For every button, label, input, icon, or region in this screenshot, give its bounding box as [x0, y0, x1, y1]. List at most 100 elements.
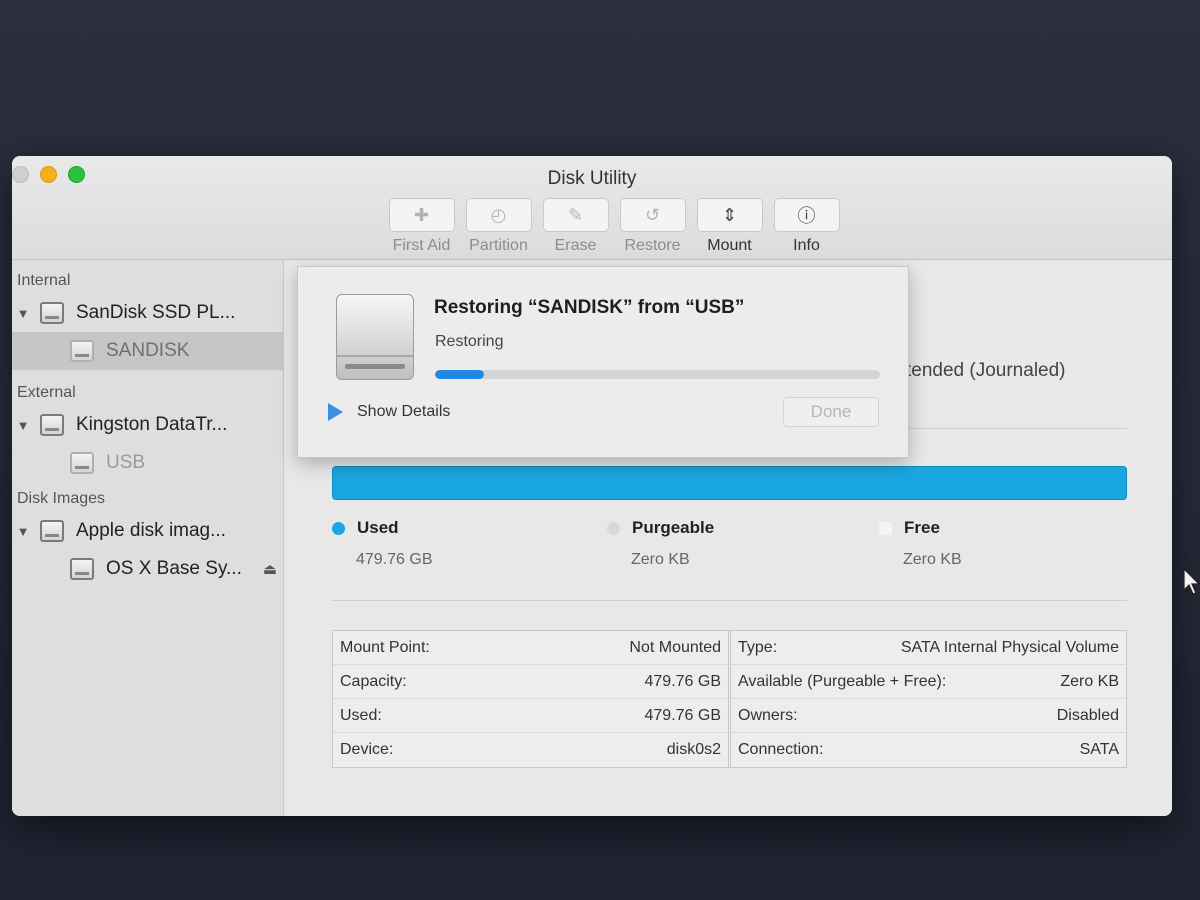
show-details-toggle[interactable]: Show Details: [328, 403, 450, 421]
progress-fill: [435, 370, 484, 379]
mount-icon: ⇕: [696, 198, 763, 232]
pie-icon: ◴: [465, 198, 532, 232]
legend-used: Used 479.76 GB: [332, 518, 433, 569]
first-aid-button[interactable]: ✚ First Aid: [383, 198, 460, 255]
disclosure-triangle-icon[interactable]: ▼: [12, 418, 34, 433]
sidebar-item-apple-disk-image[interactable]: ▼ Apple disk imag...: [12, 512, 283, 550]
free-swatch: [879, 521, 892, 535]
legend-purgeable-value: Zero KB: [631, 551, 690, 568]
hard-disk-icon: [40, 302, 64, 324]
info-row: Device: disk0s2: [333, 733, 728, 767]
sidebar-item-sandisk-volume[interactable]: SANDISK: [12, 332, 283, 370]
restore-label: Restore: [624, 237, 681, 254]
mount-label: Mount: [707, 237, 752, 254]
volume-icon: [70, 340, 94, 362]
sidebar-item-osx-base-system[interactable]: OS X Base Sy... ⏏: [12, 550, 283, 588]
section-internal: Internal: [17, 272, 71, 289]
sidebar-item-label: SanDisk SSD PL...: [76, 302, 236, 323]
info-key: Available (Purgeable + Free):: [738, 672, 947, 690]
info-label: Info: [793, 237, 820, 254]
info-row: Used: 479.76 GB: [333, 699, 728, 733]
volume-format: tended (Journaled): [906, 360, 1066, 381]
info-value: Not Mounted: [629, 638, 721, 656]
first-aid-label: First Aid: [392, 237, 451, 254]
info-value: SATA: [1079, 741, 1119, 758]
mount-button[interactable]: ⇕ Mount: [691, 198, 768, 255]
toolbar: ✚ First Aid ◴ Partition ✎ Erase ↺ Restor…: [383, 198, 845, 255]
section-external: External: [17, 384, 76, 401]
info-row: Capacity: 479.76 GB: [333, 665, 728, 699]
sidebar-item-label: Kingston DataTr...: [76, 414, 228, 435]
usage-bar: [332, 466, 1127, 500]
sidebar-item-label: OS X Base Sy...: [106, 558, 242, 579]
disk-utility-window: Disk Utility ✚ First Aid ◴ Partition ✎ E…: [12, 156, 1172, 816]
erase-button[interactable]: ✎ Erase: [537, 198, 614, 255]
erase-icon: ✎: [542, 198, 609, 232]
restore-button[interactable]: ↺ Restore: [614, 198, 691, 255]
info-key: Owners:: [738, 706, 798, 724]
purgeable-swatch: [607, 521, 620, 535]
show-details-label: Show Details: [357, 403, 451, 420]
stethoscope-icon: ✚: [388, 198, 455, 232]
disclosure-triangle-icon: [328, 403, 343, 421]
sidebar-item-usb-volume[interactable]: USB: [12, 444, 283, 482]
info-key: Device:: [340, 741, 394, 758]
legend-free: Free Zero KB: [879, 518, 962, 569]
info-key: Type:: [738, 638, 778, 656]
eject-icon[interactable]: ⏏: [263, 560, 277, 578]
used-swatch: [332, 521, 345, 535]
mouse-cursor-icon: [1183, 568, 1200, 595]
sidebar: Internal ▼ SanDisk SSD PL... SANDISK Ext…: [12, 260, 284, 816]
disclosure-triangle-icon[interactable]: ▼: [12, 524, 34, 539]
sheet-title: Restoring “SANDISK” from “USB”: [434, 297, 745, 318]
info-row: Connection: SATA: [731, 733, 1126, 767]
divider: [332, 600, 1127, 601]
info-button[interactable]: ⓘ Info: [768, 198, 845, 255]
info-key: Used:: [340, 706, 382, 724]
done-button[interactable]: Done: [783, 397, 879, 427]
restore-progress-bar: [435, 370, 880, 379]
legend-used-label: Used: [357, 518, 399, 537]
disk-image-icon: [40, 520, 64, 542]
info-value: Disabled: [1056, 706, 1119, 724]
legend-purgeable-label: Purgeable: [632, 518, 715, 537]
info-value: 479.76 GB: [644, 706, 722, 724]
info-value: 479.76 GB: [644, 672, 722, 690]
info-value: Zero KB: [1060, 672, 1119, 690]
restore-sheet: Restoring “SANDISK” from “USB” Restoring…: [297, 266, 909, 458]
legend-used-value: 479.76 GB: [356, 551, 433, 568]
restore-icon: ↺: [619, 198, 686, 232]
window-title: Disk Utility: [547, 168, 637, 189]
info-row: Mount Point: Not Mounted: [333, 631, 728, 665]
titlebar: Disk Utility ✚ First Aid ◴ Partition ✎ E…: [12, 156, 1172, 260]
info-value: disk0s2: [666, 741, 721, 758]
sidebar-item-label: USB: [106, 452, 146, 473]
section-disk-images: Disk Images: [17, 490, 106, 507]
info-column-right: Type: SATA Internal Physical Volume Avail…: [728, 631, 1126, 767]
sheet-status: Restoring: [435, 333, 504, 350]
legend-free-label: Free: [904, 518, 940, 537]
legend-free-value: Zero KB: [903, 551, 962, 568]
sidebar-item-kingston[interactable]: ▼ Kingston DataTr...: [12, 406, 283, 444]
drive-icon: [336, 294, 414, 380]
volume-icon: [70, 452, 94, 474]
partition-button[interactable]: ◴ Partition: [460, 198, 537, 255]
info-key: Connection:: [738, 741, 824, 758]
partition-label: Partition: [469, 237, 528, 254]
info-column-left: Mount Point: Not Mounted Capacity: 479.76 …: [333, 631, 728, 767]
sidebar-item-label: SANDISK: [106, 340, 190, 361]
external-disk-icon: [40, 414, 64, 436]
info-icon: ⓘ: [773, 198, 840, 232]
sidebar-item-label: Apple disk imag...: [76, 520, 226, 541]
info-key: Capacity:: [340, 672, 407, 690]
sidebar-item-sandisk-ssd[interactable]: ▼ SanDisk SSD PL...: [12, 294, 283, 332]
legend-purgeable: Purgeable Zero KB: [607, 518, 714, 569]
info-table: Mount Point: Not Mounted Capacity: 479.76 …: [332, 630, 1127, 768]
info-value: SATA Internal Physical Volume: [900, 638, 1119, 656]
disclosure-triangle-icon[interactable]: ▼: [12, 306, 34, 321]
info-key: Mount Point:: [340, 638, 430, 656]
info-row: Owners: Disabled: [731, 699, 1126, 733]
erase-label: Erase: [554, 237, 597, 254]
info-row: Type: SATA Internal Physical Volume: [731, 631, 1126, 665]
info-row: Available (Purgeable + Free): Zero KB: [731, 665, 1126, 699]
